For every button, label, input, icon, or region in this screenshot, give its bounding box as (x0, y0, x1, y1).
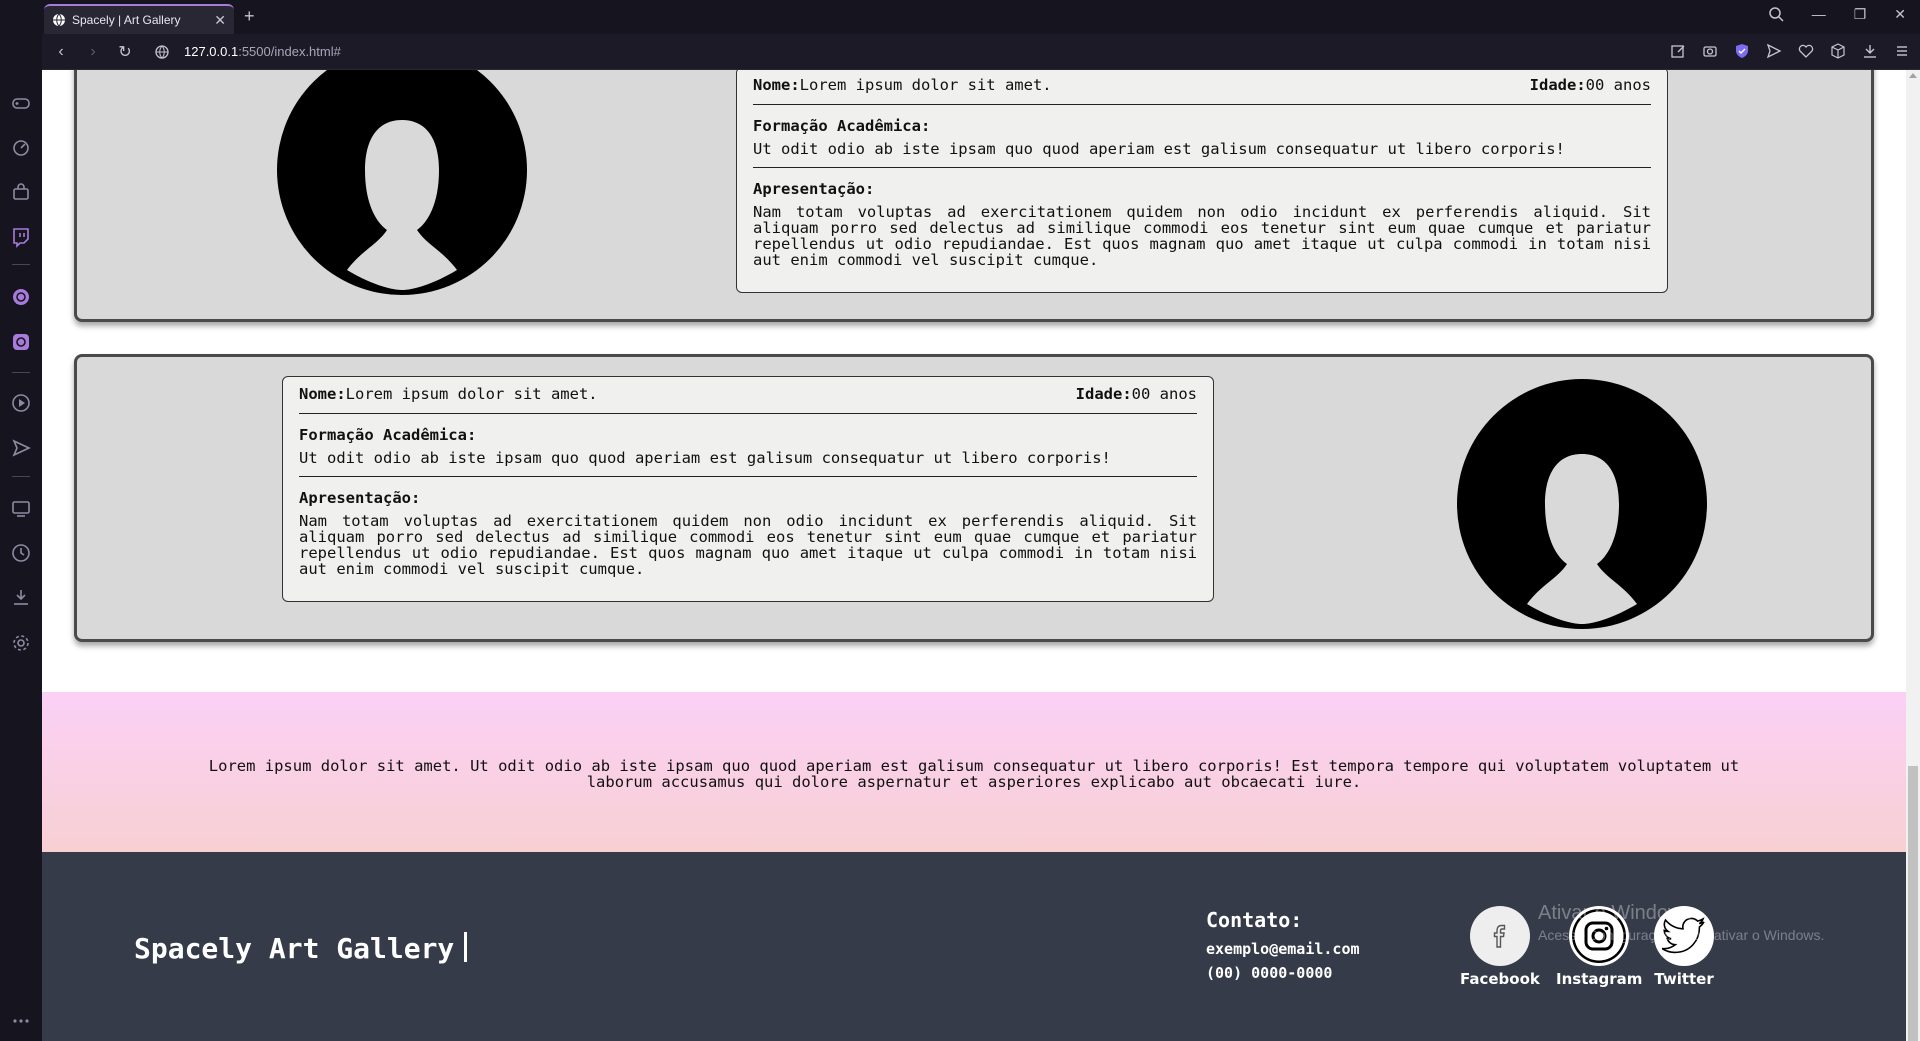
contact-phone: (00) 0000-0000 (1206, 964, 1333, 982)
tabs-icon[interactable] (10, 497, 32, 519)
avatar-placeholder-icon (277, 70, 527, 295)
age-label: Idade: (1529, 76, 1586, 94)
age-value: 00 anos (1585, 76, 1651, 94)
whatsapp-icon[interactable] (10, 286, 32, 308)
player-icon[interactable] (10, 392, 32, 414)
windows-activation-watermark: Ativar o Windows Acesse Configurações pa… (1538, 902, 1824, 943)
new-tab-button[interactable]: + (244, 6, 255, 27)
forward-button[interactable]: › (80, 43, 106, 61)
profile-info-box: Nome:Lorem ipsum dolor sit amet. Idade:0… (282, 376, 1214, 602)
sidebar-separator (12, 476, 30, 477)
name-label: Nome: (753, 76, 800, 94)
presentation-section: Apresentação: Nam totam voluptas ad exer… (753, 168, 1651, 278)
name-age-row: Nome:Lorem ipsum dolor sit amet. Idade:0… (299, 385, 1197, 414)
address-bar: ‹ › ↻ 127.0.0.1:5500/index.html# (42, 34, 1920, 70)
name-value: Lorem ipsum dolor sit amet. (345, 385, 598, 403)
window-controls: — ❐ ✕ (1768, 6, 1906, 23)
profile-card: Nome:Lorem ipsum dolor sit amet. Idade:0… (74, 70, 1874, 322)
presentation-title: Apresentação: (753, 180, 875, 198)
site-favicon-icon (53, 13, 65, 27)
menu-icon[interactable] (1894, 43, 1910, 59)
presentation-section: Apresentação: Nam totam voluptas ad exer… (299, 477, 1197, 587)
contact-email[interactable]: exemplo@email.com (1206, 940, 1360, 958)
url-path: :5500/index.html# (238, 44, 341, 59)
contact-block: Contato: exemplo@email.com (00) 0000-000… (1206, 908, 1360, 988)
minimize-button[interactable]: — (1812, 6, 1826, 23)
gamepad-icon[interactable] (10, 92, 32, 114)
toolbar-icons (1670, 43, 1910, 59)
watermark-title: Ativar o Windows (1538, 902, 1693, 924)
twitch-icon[interactable] (10, 226, 32, 248)
restore-button[interactable]: ❐ (1854, 6, 1867, 23)
instagram-label: Instagram (1556, 970, 1643, 988)
age-value: 00 anos (1131, 385, 1197, 403)
text-caret (464, 932, 468, 962)
site-info-icon[interactable] (154, 44, 170, 60)
twitter-label: Twitter (1654, 970, 1714, 988)
education-section: Formação Acadêmica: Ut odit odio ab iste… (299, 414, 1197, 477)
about-banner: Lorem ipsum dolor sit amet. Ut odit odio… (42, 692, 1906, 852)
age-label: Idade: (1075, 385, 1132, 403)
snapshot-edit-icon[interactable] (1670, 43, 1686, 59)
back-button[interactable]: ‹ (48, 43, 74, 61)
bag-icon[interactable] (10, 181, 32, 203)
facebook-label: Facebook (1460, 970, 1540, 988)
contact-title: Contato: (1206, 908, 1303, 932)
browser-sidebar (0, 0, 42, 1041)
age-field: Idade:00 anos (1076, 385, 1197, 403)
history-icon[interactable] (10, 542, 32, 564)
profile-info-box: Nome:Lorem ipsum dolor sit amet. Idade:0… (736, 70, 1668, 293)
facebook-icon (1469, 906, 1530, 966)
education-text: Ut odit odio ab iste ipsam quo quod aper… (753, 140, 1565, 158)
instagram-sidebar-icon[interactable] (10, 331, 32, 353)
presentation-title: Apresentação: (299, 489, 421, 507)
presentation-text: Nam totam voluptas ad exercitationem qui… (753, 203, 1651, 269)
education-title: Formação Acadêmica: (753, 117, 931, 135)
presentation-text: Nam totam voluptas ad exercitationem qui… (299, 512, 1197, 578)
banner-text: Lorem ipsum dolor sit amet. Ut odit odio… (208, 757, 1740, 791)
scrollbar-thumb[interactable] (1908, 766, 1918, 1041)
send-icon[interactable] (1766, 43, 1782, 59)
page-viewport: Nome:Lorem ipsum dolor sit amet. Idade:0… (42, 70, 1906, 1041)
settings-icon[interactable] (10, 632, 32, 654)
close-window-button[interactable]: ✕ (1894, 6, 1906, 23)
downloads-icon[interactable] (10, 586, 32, 608)
avatar-placeholder-icon (1457, 379, 1707, 629)
site-footer: Spacely Art Gallery Contato: exemplo@ema… (42, 852, 1906, 1041)
footer-brand: Spacely Art Gallery (134, 932, 468, 965)
shield-icon[interactable] (1734, 43, 1750, 59)
cube-icon[interactable] (1830, 43, 1846, 59)
name-label: Nome: (299, 385, 346, 403)
send-icon[interactable] (10, 437, 32, 459)
camera-icon[interactable] (1702, 43, 1718, 59)
more-icon[interactable] (10, 1010, 32, 1032)
social-link-facebook[interactable]: Facebook (1460, 906, 1540, 988)
close-tab-icon[interactable]: ✕ (214, 12, 226, 29)
speedometer-icon[interactable] (10, 136, 32, 158)
education-text: Ut odit odio ab iste ipsam quo quod aper… (299, 449, 1111, 467)
tab-title: Spacely | Art Gallery (72, 13, 181, 27)
age-field: Idade:00 anos (1530, 76, 1651, 94)
education-section: Formação Acadêmica: Ut odit odio ab iste… (753, 105, 1651, 168)
name-value: Lorem ipsum dolor sit amet. (799, 76, 1052, 94)
page-scrollbar[interactable] (1906, 70, 1920, 1041)
search-tabs-icon[interactable] (1768, 6, 1784, 22)
sidebar-separator (12, 264, 30, 265)
watermark-subtitle: Acesse Configurações para ativar o Windo… (1538, 927, 1825, 943)
url-host: 127.0.0.1 (184, 44, 239, 59)
scroll-up-icon[interactable] (1909, 73, 1917, 78)
sidebar-separator (12, 372, 30, 373)
footer-brand-text: Spacely Art Gallery (134, 932, 455, 965)
download-icon[interactable] (1862, 43, 1878, 59)
heart-icon[interactable] (1798, 43, 1814, 59)
tab-active[interactable]: Spacely | Art Gallery ✕ (44, 4, 234, 34)
tab-bar: Spacely | Art Gallery ✕ + — ❐ ✕ (0, 0, 1920, 34)
url-field[interactable]: 127.0.0.1:5500/index.html# (184, 44, 341, 59)
reload-button[interactable]: ↻ (112, 42, 138, 62)
education-title: Formação Acadêmica: (299, 426, 477, 444)
profile-card: Nome:Lorem ipsum dolor sit amet. Idade:0… (74, 354, 1874, 642)
name-field: Nome:Lorem ipsum dolor sit amet. (299, 385, 598, 403)
name-field: Nome:Lorem ipsum dolor sit amet. (753, 76, 1052, 94)
name-age-row: Nome:Lorem ipsum dolor sit amet. Idade:0… (753, 76, 1651, 105)
